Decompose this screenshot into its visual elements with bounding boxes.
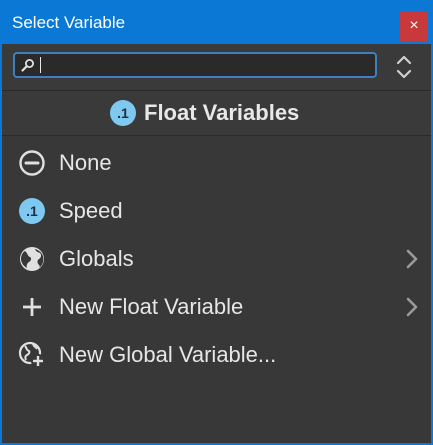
chevron-right-icon xyxy=(406,249,418,269)
search-input[interactable] xyxy=(39,55,369,75)
float-icon-wrap: .1 xyxy=(18,197,46,225)
menu-item-speed[interactable]: .1 Speed xyxy=(2,187,431,235)
menu-item-new-global-variable[interactable]: New Global Variable... xyxy=(2,331,431,379)
close-button[interactable]: × xyxy=(400,11,428,41)
menu-item-label: Globals xyxy=(59,246,134,271)
search-box[interactable] xyxy=(13,52,377,78)
menu-item-none[interactable]: None xyxy=(2,139,431,187)
menu-item-label: New Float Variable xyxy=(59,294,244,319)
float-badge-icon: .1 xyxy=(110,100,136,126)
title-bar: Select Variable × xyxy=(2,2,431,44)
menu-item-label: New Global Variable... xyxy=(59,342,277,367)
search-row xyxy=(2,44,431,91)
chevron-right-icon xyxy=(406,297,418,317)
text-caret xyxy=(40,57,41,73)
globe-icon xyxy=(18,245,46,273)
select-variable-window: Select Variable × .1 Float Variables Non… xyxy=(0,0,433,445)
window-title: Select Variable xyxy=(12,13,126,32)
plus-icon xyxy=(18,293,46,321)
globe-plus-icon xyxy=(18,341,46,369)
menu-item-new-float-variable[interactable]: New Float Variable xyxy=(2,283,431,331)
menu-item-globals[interactable]: Globals xyxy=(2,235,431,283)
menu-item-label: Speed xyxy=(59,198,123,223)
heading-label: Float Variables xyxy=(144,100,300,125)
float-badge-icon: .1 xyxy=(19,198,45,224)
search-icon xyxy=(21,59,34,72)
none-circle-icon xyxy=(18,149,46,177)
sort-stepper-icon[interactable] xyxy=(390,52,418,82)
menu-item-label: None xyxy=(59,150,112,175)
category-heading: .1 Float Variables xyxy=(2,91,431,136)
